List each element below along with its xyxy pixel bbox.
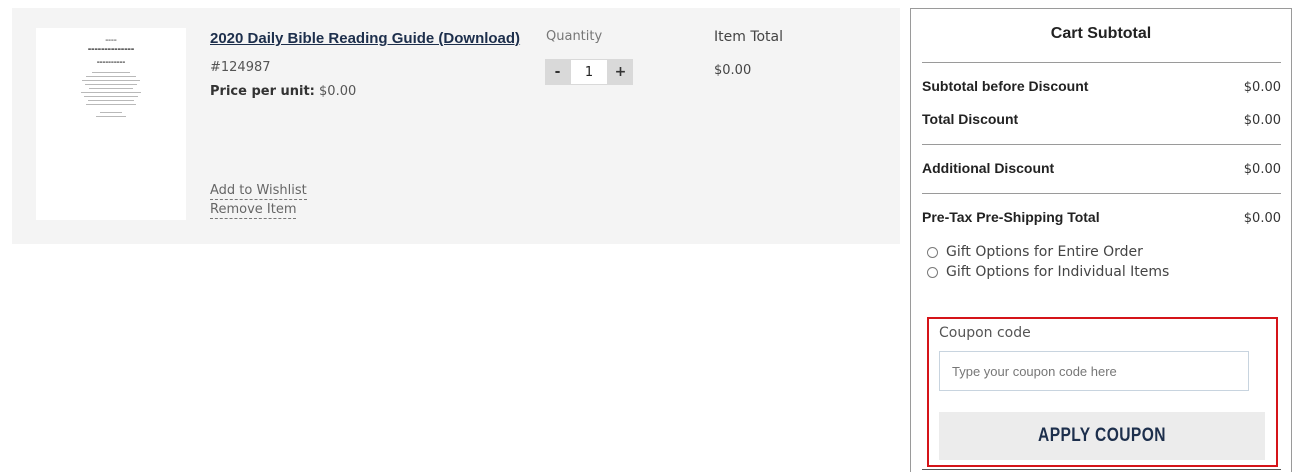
total-discount-row: Total Discount $0.00	[922, 111, 1281, 128]
quantity-label: Quantity	[546, 29, 603, 44]
quantity-stepper: - +	[545, 59, 633, 85]
cart-line-item: ▬▬▬▬ ▬▬▬▬▬▬▬▬▬▬▬▬▬▬ ▬▬▬▬▬▬▬▬▬▬ 2020 Dail…	[12, 8, 900, 244]
unit-price-label: Price per unit:	[210, 84, 315, 99]
cart-subtotal-panel: Cart Subtotal Subtotal before Discount $…	[910, 8, 1292, 472]
product-thumbnail[interactable]: ▬▬▬▬ ▬▬▬▬▬▬▬▬▬▬▬▬▬▬ ▬▬▬▬▬▬▬▬▬▬	[36, 28, 186, 220]
thumbnail-text-line	[86, 76, 136, 77]
gift-options-individual-items-radio[interactable]: Gift Options for Individual Items	[927, 264, 1169, 280]
apply-coupon-button-label: APPLY COUPON	[1038, 425, 1166, 446]
divider	[922, 469, 1281, 470]
remove-item-link[interactable]: Remove Item	[210, 202, 297, 219]
increment-quantity-button[interactable]: +	[608, 59, 633, 85]
summary-row-value: $0.00	[1243, 113, 1281, 128]
thumbnail-text-line	[89, 88, 133, 89]
coupon-section-highlight: Coupon code APPLY COUPON	[927, 317, 1278, 467]
thumbnail-text-line	[100, 112, 122, 113]
thumbnail-text-line	[96, 116, 126, 117]
radio-label: Gift Options for Entire Order	[946, 244, 1143, 260]
thumbnail-title-mark: ▬▬▬▬▬▬▬▬▬▬▬▬▬▬	[87, 47, 135, 51]
quantity-input[interactable]	[570, 59, 608, 85]
item-total-value: $0.00	[714, 63, 752, 78]
coupon-code-label: Coupon code	[939, 325, 1031, 341]
thumbnail-subtitle-mark: ▬▬▬▬▬▬▬▬▬▬	[96, 60, 126, 64]
divider	[922, 144, 1281, 145]
thumbnail-text-line	[81, 92, 141, 93]
add-to-wishlist-link[interactable]: Add to Wishlist	[210, 183, 307, 200]
item-total-label: Item Total	[714, 29, 784, 45]
coupon-code-input[interactable]	[939, 351, 1249, 391]
radio-label: Gift Options for Individual Items	[946, 264, 1170, 280]
summary-row-value: $0.00	[1243, 162, 1281, 177]
subtotal-before-discount-row: Subtotal before Discount $0.00	[922, 78, 1281, 95]
radio-circle-icon[interactable]	[927, 246, 938, 258]
summary-row-label: Additional Discount	[922, 160, 1055, 176]
thumbnail-text-line	[88, 100, 134, 101]
product-sku: #124987	[210, 60, 271, 75]
cart-page: ▬▬▬▬ ▬▬▬▬▬▬▬▬▬▬▬▬▬▬ ▬▬▬▬▬▬▬▬▬▬ 2020 Dail…	[0, 0, 1299, 472]
radio-circle-icon[interactable]	[927, 266, 938, 278]
summary-row-value: $0.00	[1243, 211, 1281, 226]
cart-subtotal-heading: Cart Subtotal	[1050, 25, 1152, 42]
gift-options-entire-order-radio[interactable]: Gift Options for Entire Order	[927, 244, 1143, 260]
divider	[922, 62, 1281, 63]
summary-row-label: Subtotal before Discount	[922, 78, 1089, 94]
unit-price-value: $0.00	[319, 84, 357, 99]
apply-coupon-button[interactable]: APPLY COUPON	[939, 412, 1265, 460]
thumbnail-text-line	[82, 80, 140, 81]
pre-tax-total-row: Pre-Tax Pre-Shipping Total $0.00	[922, 209, 1281, 226]
summary-row-value: $0.00	[1243, 80, 1281, 95]
thumbnail-text-line	[92, 72, 130, 73]
thumbnail-brand-mark: ▬▬▬▬	[105, 38, 117, 42]
thumbnail-text-line	[84, 96, 138, 97]
additional-discount-row: Additional Discount $0.00	[922, 160, 1281, 177]
decrement-quantity-button[interactable]: -	[545, 59, 570, 85]
product-title-link[interactable]: 2020 Daily Bible Reading Guide (Download…	[210, 30, 520, 47]
thumbnail-text-line	[85, 84, 137, 85]
thumbnail-text-line	[86, 104, 136, 105]
unit-price: Price per unit: $0.00	[210, 84, 356, 99]
summary-row-label: Total Discount	[922, 111, 1019, 127]
divider	[922, 193, 1281, 194]
summary-row-label: Pre-Tax Pre-Shipping Total	[922, 209, 1100, 225]
